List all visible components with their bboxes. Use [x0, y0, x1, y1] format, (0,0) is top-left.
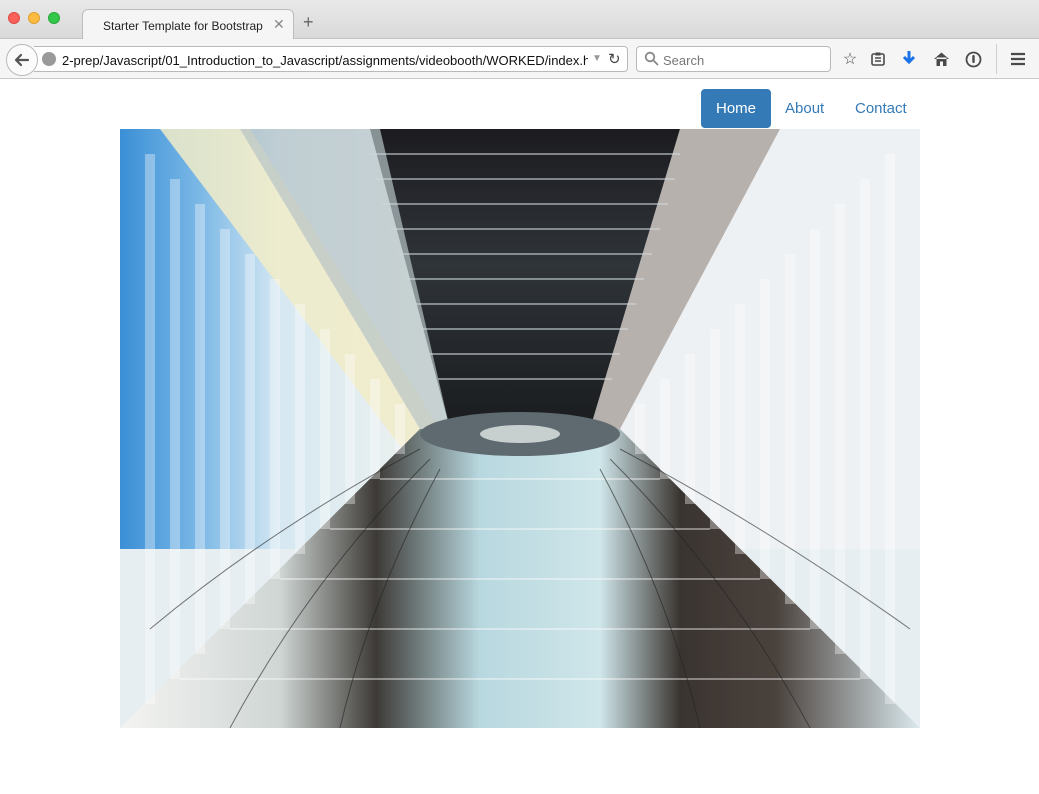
- download-arrow-icon[interactable]: [899, 49, 919, 69]
- clipboard-icon[interactable]: [868, 49, 888, 69]
- window-close-button[interactable]: [8, 12, 20, 24]
- info-circle-icon[interactable]: [963, 49, 983, 69]
- home-icon[interactable]: [931, 49, 951, 69]
- nav-about-link[interactable]: About: [770, 89, 839, 128]
- back-button[interactable]: [6, 44, 38, 76]
- star-icon[interactable]: ☆: [840, 49, 860, 69]
- browser-tab[interactable]: Starter Template for Bootstrap ✕: [82, 9, 294, 40]
- reload-icon[interactable]: ↻: [608, 50, 621, 68]
- video-canvas[interactable]: [120, 129, 920, 728]
- search-icon: [644, 51, 659, 66]
- search-bar[interactable]: Search: [636, 46, 831, 72]
- search-input[interactable]: Search: [663, 53, 704, 68]
- globe-icon: [42, 52, 56, 66]
- url-dropdown-icon[interactable]: ▼: [592, 53, 602, 64]
- distorted-cat-video-frame: [120, 129, 920, 728]
- tab-close-icon[interactable]: ✕: [273, 17, 285, 31]
- url-text[interactable]: 2-prep/Javascript/01_Introduction_to_Jav…: [62, 53, 588, 68]
- window-minimize-button[interactable]: [28, 12, 40, 24]
- back-arrow-icon: [14, 53, 30, 67]
- nav-contact-link[interactable]: Contact: [840, 89, 922, 128]
- new-tab-button[interactable]: +: [303, 13, 314, 31]
- toolbar-separator: [996, 44, 997, 74]
- window-maximize-button[interactable]: [48, 12, 60, 24]
- hamburger-menu-icon[interactable]: [1008, 49, 1028, 69]
- tab-title: Starter Template for Bootstrap: [103, 19, 263, 33]
- nav-home-link[interactable]: Home: [701, 89, 772, 128]
- url-bar[interactable]: 2-prep/Javascript/01_Introduction_to_Jav…: [34, 46, 628, 72]
